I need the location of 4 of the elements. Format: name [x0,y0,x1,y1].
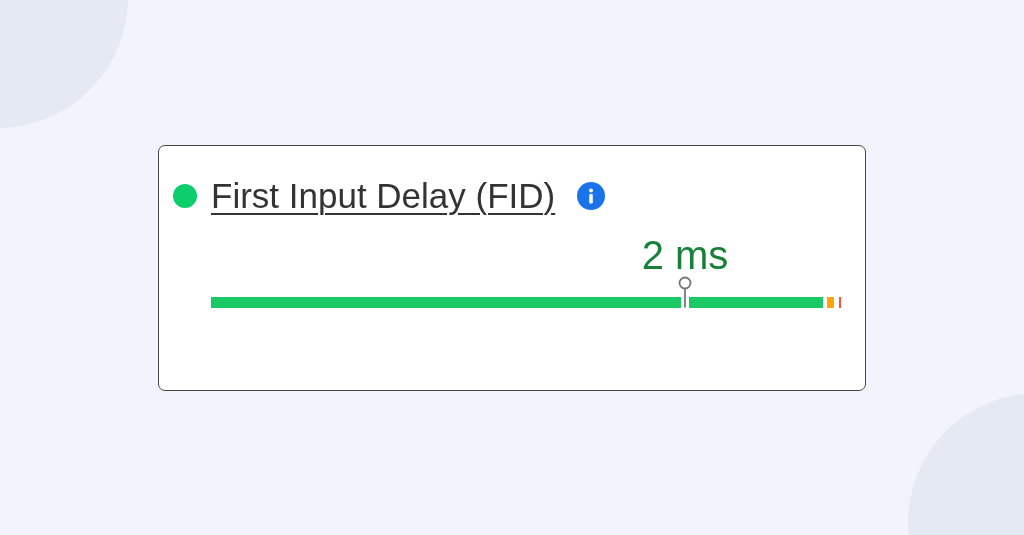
average-range-bar [827,296,834,308]
info-icon[interactable] [577,181,606,210]
metric-value: 2 ms [641,231,729,278]
metric-title-link[interactable]: First Input Delay (FID) [211,175,556,216]
